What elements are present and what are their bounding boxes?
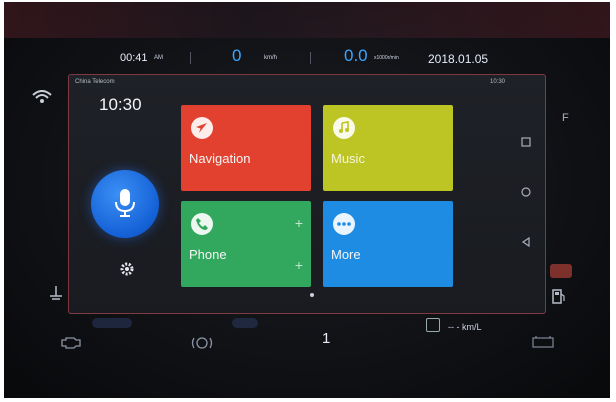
home-icon (521, 187, 531, 197)
cluster-divider (310, 52, 311, 64)
status-bar-time: 10:30 (489, 79, 505, 85)
navigation-arrow-icon (191, 117, 213, 139)
gear-icon (120, 262, 134, 276)
cluster-divider (190, 52, 191, 64)
more-tile[interactable]: More (323, 201, 453, 287)
fuel-pump-icon (552, 288, 566, 307)
head-unit-screen: China Telecom 10:30 10:30 Navigation Mus… (68, 74, 546, 314)
navigation-label: Navigation (189, 151, 251, 166)
home-clock: 10:30 (99, 95, 142, 114)
warning-indicator-icon (550, 264, 572, 278)
music-note-icon (333, 117, 355, 139)
page-indicator (310, 293, 314, 297)
phone-label: Phone (189, 247, 227, 262)
phone-tile[interactable]: Phone + + (181, 201, 311, 287)
cluster-date: 2018.01.05 (428, 52, 489, 66)
speed-readout: 0 (232, 46, 242, 65)
indicator-glow (232, 318, 258, 328)
recents-button[interactable] (521, 137, 531, 150)
navigation-tile[interactable]: Navigation (181, 105, 311, 191)
fuel-icon (426, 318, 440, 332)
home-button[interactable] (521, 187, 531, 200)
back-button[interactable] (521, 236, 531, 250)
phone-icon (191, 213, 213, 235)
back-icon (521, 236, 530, 248)
more-label: More (331, 247, 361, 262)
cluster-ampm: AM (154, 55, 163, 61)
music-tile[interactable]: Music (323, 105, 453, 191)
engine-warning-icon (60, 336, 84, 353)
more-dots-icon (333, 213, 355, 235)
range-readout: -- - km/L (448, 322, 482, 332)
bottom-cluster: 1 -- - km/L (4, 314, 610, 374)
plus-icon: + (294, 257, 303, 273)
dashboard-photo: 00:41 AM 0 km/h 0.0 x1000r/min 2018.01.0… (4, 2, 610, 398)
speed-unit: km/h (264, 55, 278, 61)
rpm-readout: 0.0 (344, 46, 368, 65)
recents-icon (521, 137, 531, 147)
rpm-unit: x1000r/min (374, 55, 399, 61)
microphone-icon (115, 189, 135, 217)
carrier-label: China Telecom (75, 79, 115, 85)
instrument-cluster: 00:41 AM 0 km/h 0.0 x1000r/min 2018.01.0… (64, 46, 564, 70)
battery-warning-icon (532, 336, 554, 351)
music-label: Music (331, 151, 365, 166)
plus-icon: + (294, 215, 303, 231)
wifi-icon (32, 90, 52, 107)
settings-button[interactable] (119, 261, 135, 282)
side-label-f: F (562, 112, 569, 124)
cluster-time: 00:41 (120, 52, 148, 64)
indicator-glow (92, 318, 132, 328)
gear-indicator: 1 (322, 330, 331, 347)
voice-assistant-button[interactable] (91, 170, 159, 238)
parking-brake-icon (48, 286, 64, 303)
brake-warning-icon (190, 336, 214, 353)
screen-glare (4, 2, 610, 38)
